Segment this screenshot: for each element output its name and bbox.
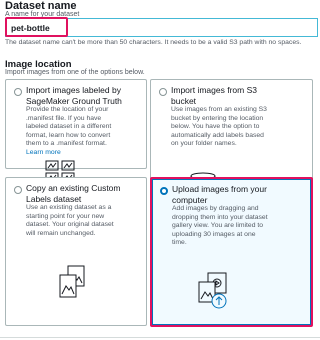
upload-media-icon [198, 272, 227, 309]
copy-images-icon [59, 265, 85, 298]
option-title-upload: Upload images from your computer [172, 184, 267, 205]
radio-s3[interactable] [159, 88, 167, 96]
option-body-s3: Use images from an existing S3 bucket by… [171, 106, 267, 147]
learn-more-link[interactable]: Learn more [26, 149, 61, 156]
option-card-copy[interactable]: Copy an existing Custom Labels dataset U… [5, 177, 147, 326]
dataset-name-value[interactable]: pet-bottle [5, 17, 68, 37]
dataset-name-constraint: The dataset name can't be more than 50 c… [5, 39, 302, 46]
option-card-upload[interactable]: Upload images from your computer Add ima… [150, 177, 313, 327]
radio-copy[interactable] [14, 186, 22, 194]
radio-sagemaker[interactable] [14, 88, 22, 96]
option-card-sagemaker[interactable]: Import images labeled by SageMaker Groun… [5, 79, 147, 195]
option-title-copy: Copy an existing Custom Labels dataset [26, 183, 121, 204]
radio-upload[interactable] [160, 187, 168, 195]
section-divider [0, 337, 320, 338]
option-body-upload: Add images by dragging and dropping them… [172, 205, 268, 246]
image-location-description: Import images from one of the options be… [5, 69, 145, 76]
option-body-sagemaker: Provide the location of your .manifest f… [26, 106, 112, 147]
option-title-s3: Import images from S3 bucket [171, 85, 257, 106]
option-title-sagemaker: Import images labeled by SageMaker Groun… [26, 85, 122, 106]
option-body-copy: Use an existing dataset as a starting po… [26, 204, 114, 237]
